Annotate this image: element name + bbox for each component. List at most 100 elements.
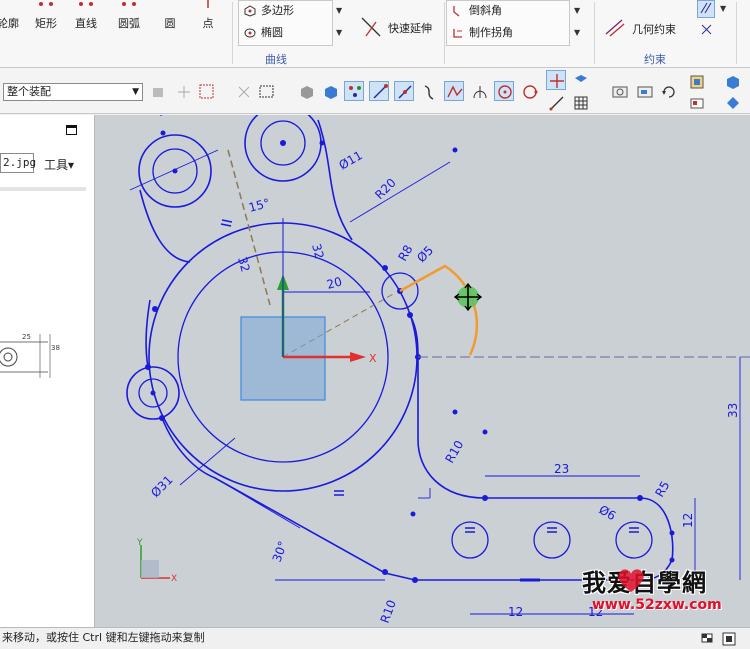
curve-scroll-up[interactable]: ▼ [336,6,342,15]
snap-point-on-curve-icon[interactable] [546,70,566,90]
snap-line-icon[interactable] [546,92,566,112]
arc-icon [122,2,136,6]
chamfer-label: 倒斜角 [469,4,502,17]
corner-scroll-down[interactable]: ▼ [574,28,580,37]
snap-midpoint-icon[interactable] [394,81,414,101]
chamfer-button[interactable]: 倒斜角 [449,2,502,20]
geometric-constraint-label: 几何约束 [632,23,676,36]
parallel-dropdown[interactable]: ▼ [720,4,726,13]
constraint-group-label: 约束 [644,53,666,66]
curve-scroll-down[interactable]: ▼ [336,28,342,37]
perpendicular-constraint-button[interactable] [699,22,715,40]
dim-r10-bottom[interactable]: R10 [378,598,399,625]
rectangle-select-icon[interactable] [256,81,276,101]
snap-center-icon[interactable] [494,81,514,101]
checkered-flag-icon[interactable] [700,632,714,646]
edge-style-icon[interactable] [722,92,742,112]
image-file-field[interactable]: 2.jpg [0,153,36,173]
dim-r8[interactable]: R8 [395,243,415,264]
layer-settings-icon[interactable] [686,71,706,91]
window-toggle-icon[interactable] [722,632,736,646]
dim-dia-11[interactable]: Ø11 [337,148,365,172]
view-orient-icon[interactable] [570,70,590,90]
snap-all-points-icon[interactable] [344,81,364,101]
zoom-window-icon[interactable] [634,81,654,101]
ellipse-label: 椭圆 [261,26,283,39]
sketch-geometry [126,115,674,581]
dim-33[interactable]: 33 [726,403,740,418]
dim-r10-right[interactable]: R10 [442,438,466,465]
point-label: 点 [202,17,214,30]
maximize-icon[interactable] [66,125,77,135]
snap-settings-icon[interactable] [233,81,253,101]
ellipse-button[interactable]: 椭圆 [241,24,283,42]
polygon-button[interactable]: 多边形 [241,2,294,20]
geometric-constraint-icon [605,19,625,37]
selection-toolbar: 整个装配 ▼ [0,68,750,114]
snap-quadrant-icon[interactable] [519,81,539,101]
arc-label: 圆弧 [118,17,140,30]
sketch-drawing[interactable]: Ø11 R20 15° 32 32 20 Ø5 R8 33 R10 23 R5 … [95,115,750,627]
quick-extend-button[interactable]: 快速延伸 [358,16,438,37]
snap-curve-icon[interactable] [419,81,439,101]
corner-scroll-up[interactable]: ▼ [574,6,580,15]
dim-angle-30[interactable]: 30° [270,539,290,564]
selection-scope-icon[interactable] [196,81,216,101]
sketch-canvas[interactable]: Ø11 R20 15° 32 32 20 Ø5 R8 33 R10 23 R5 … [95,115,750,627]
dim-r20[interactable]: R20 [372,176,399,203]
dim-angle-15[interactable]: 15° [247,196,271,215]
right-arm-curve[interactable] [317,119,353,241]
ribbon: 轮廓 矩形 直线 圆弧 圆 点 多边形 椭圆 ▼ ▼ 快速延伸 倒斜角 制作拐角… [0,0,750,68]
make-corner-button[interactable]: 制作拐角 [449,24,513,42]
dim-23[interactable]: 23 [554,462,569,476]
move-selection-icon[interactable] [173,81,193,101]
point-button[interactable]: 点 [186,0,230,36]
dim-dia-6[interactable]: Ø6 [597,502,619,523]
triad-y-label: Y [136,538,143,548]
arc-button[interactable]: 圆弧 [107,0,151,36]
status-message: 来移动，或按住 Ctrl 键和左键拖动来复制 [2,631,205,644]
geometric-constraint-button[interactable]: 几何约束 [602,16,702,37]
make-corner-label: 制作拐角 [469,26,513,39]
polygon-icon [244,5,256,17]
reference-image-thumbnail: 25 38 [0,333,60,378]
dim-20[interactable]: 20 [325,274,343,291]
parallel-constraint-button[interactable] [697,0,715,18]
snap-endpoint-icon[interactable] [369,81,389,101]
line-button[interactable]: 直线 [64,0,108,36]
dim-dia-5[interactable]: Ø5 [414,243,436,265]
move-cursor-icon [456,285,480,309]
rectangle-label: 矩形 [35,17,57,30]
dim-32-b[interactable]: 32 [309,242,326,260]
dim-32-a[interactable]: 32 [235,255,252,273]
rotate-view-icon[interactable] [658,81,678,101]
display-settings-icon[interactable] [686,92,706,112]
dim-dia-31[interactable]: Ø31 [148,473,175,500]
grid-icon[interactable] [570,92,590,112]
view-shaded-icon[interactable] [320,81,340,101]
heart-icon [618,569,644,592]
view-solid-icon[interactable] [296,81,316,101]
dim-r5[interactable]: R5 [652,479,672,500]
corner-list-box: 倒斜角 制作拐角 [446,0,570,46]
snap-arc-center-icon[interactable] [469,81,489,101]
top-boss[interactable] [244,115,322,182]
triad-x-label: X [171,574,177,584]
drag-arc-highlight[interactable] [399,264,479,356]
dimension-labels: Ø11 R20 15° 32 32 20 Ø5 R8 33 R10 23 R5 … [148,148,740,625]
select-components-icon[interactable] [148,81,168,101]
fit-view-icon[interactable] [609,81,629,101]
tools-menu[interactable]: 工具▾ [44,156,74,173]
panel-divider [0,187,86,191]
navigator-panel: 2.jpg 工具▾ 25 38 [0,115,95,627]
snap-intersection-icon[interactable] [444,81,464,101]
assembly-filter-select[interactable]: 整个装配 ▼ [3,83,143,101]
render-style-icon[interactable] [722,71,742,91]
dim-12-vertical[interactable]: 12 [681,513,695,528]
watermark-url: www.52zxw.com [592,597,722,613]
chamfer-icon [453,6,460,17]
left-blend-arc[interactable] [139,189,191,263]
dim-12-a[interactable]: 12 [508,605,523,619]
rectangle-button[interactable]: 矩形 [24,0,68,36]
bottom-edge[interactable] [161,417,650,581]
